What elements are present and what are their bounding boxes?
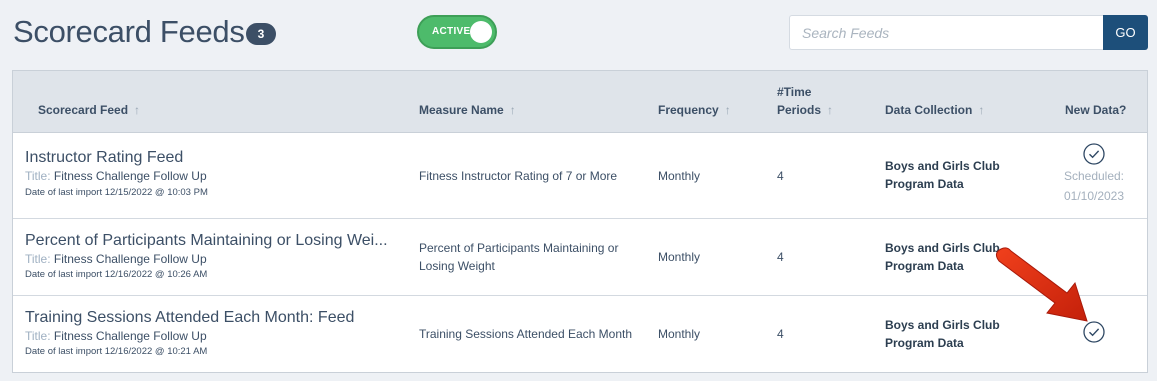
feed-title-value: Fitness Challenge Follow Up — [53, 169, 207, 183]
data-collection-line2: Program Data — [885, 177, 964, 191]
active-toggle[interactable]: ACTIVE — [417, 15, 497, 49]
toggle-label: ACTIVE — [432, 26, 471, 37]
feed-title: Title: Fitness Challenge Follow Up — [25, 252, 207, 266]
data-collection-line2: Program Data — [885, 336, 964, 350]
go-button[interactable]: GO — [1103, 15, 1148, 50]
measure-name-line1: Percent of Participants Maintaining or — [419, 241, 619, 255]
sort-arrow-icon: ↑ — [134, 103, 141, 117]
column-label: Frequency — [658, 103, 719, 117]
table-header: Scorecard Feed ↑ Measure Name ↑ Frequency ↑… — [13, 71, 1147, 133]
column-header-data-collection[interactable]: Data Collection ↑ — [885, 101, 984, 119]
data-collection-line1: Boys and Girls Club — [885, 159, 1000, 173]
table-row[interactable]: Training Sessions Attended Each Month: F… — [13, 296, 1147, 373]
column-header-frequency[interactable]: Frequency ↑ — [658, 101, 731, 119]
column-label: #Time — [777, 85, 812, 99]
data-collection: Boys and Girls Club Program Data — [885, 316, 1000, 352]
check-circle-icon[interactable] — [1083, 143, 1105, 165]
toggle-knob — [470, 21, 492, 43]
feed-title: Title: Fitness Challenge Follow Up — [25, 169, 207, 183]
data-collection-line1: Boys and Girls Club — [885, 318, 1000, 332]
annotation-arrow-icon — [995, 247, 1088, 322]
feeds-table: Scorecard Feed ↑ Measure Name ↑ Frequency ↑… — [12, 70, 1148, 373]
title-prefix: Title: — [25, 252, 51, 266]
sort-arrow-icon: ↑ — [509, 103, 516, 117]
title-prefix: Title: — [25, 169, 51, 183]
column-label: Data Collection — [885, 103, 973, 117]
last-import-date: Date of last import 12/15/2022 @ 10:03 P… — [25, 187, 208, 198]
page-header: Scorecard Feeds 3 ACTIVE GO — [0, 0, 1157, 70]
measure-name: Percent of Participants Maintaining or L… — [419, 239, 618, 275]
feed-title-value: Fitness Challenge Follow Up — [53, 329, 207, 343]
data-collection: Boys and Girls Club Program Data — [885, 157, 1000, 193]
column-label: Scorecard Feed — [38, 103, 129, 117]
data-collection: Boys and Girls Club Program Data — [885, 239, 1000, 275]
measure-name: Training Sessions Attended Each Month — [419, 327, 633, 341]
sort-arrow-icon: ↑ — [827, 103, 834, 117]
time-periods: 4 — [777, 169, 784, 183]
column-label-line2: Periods — [777, 103, 822, 117]
last-import-date: Date of last import 12/16/2022 @ 10:21 A… — [25, 346, 208, 357]
sort-arrow-icon: ↑ — [978, 103, 985, 117]
column-header-scorecard-feed[interactable]: Scorecard Feed ↑ — [38, 101, 140, 119]
column-label: Measure Name — [419, 103, 504, 117]
data-collection-line2: Program Data — [885, 259, 964, 273]
column-label: New Data? — [1065, 103, 1127, 117]
feed-name-link[interactable]: Training Sessions Attended Each Month: F… — [25, 309, 393, 327]
time-periods: 4 — [777, 327, 784, 341]
table-row[interactable]: Instructor Rating Feed Title: Fitness Ch… — [13, 133, 1147, 219]
feed-title: Title: Fitness Challenge Follow Up — [25, 329, 207, 343]
column-header-new-data: New Data? — [1065, 101, 1126, 119]
search-input[interactable] — [789, 15, 1104, 50]
column-header-time-periods[interactable]: #Time Periods ↑ — [777, 83, 833, 119]
feed-name-link[interactable]: Instructor Rating Feed — [25, 149, 393, 167]
page-title: Scorecard Feeds — [13, 14, 245, 49]
feed-name-link[interactable]: Percent of Participants Maintaining or L… — [25, 232, 393, 250]
time-periods: 4 — [777, 250, 784, 264]
data-collection-line1: Boys and Girls Club — [885, 241, 1000, 255]
frequency: Monthly — [658, 327, 701, 341]
sort-arrow-icon: ↑ — [724, 103, 731, 117]
title-prefix: Title: — [25, 329, 51, 343]
scheduled-label: Scheduled: — [1063, 169, 1125, 183]
frequency: Monthly — [658, 250, 701, 264]
measure-name: Fitness Instructor Rating of 7 or More — [419, 169, 618, 183]
measure-name-line2: Losing Weight — [419, 259, 495, 273]
scheduled-date: 01/10/2023 — [1063, 189, 1125, 203]
feed-count-badge: 3 — [246, 23, 276, 45]
frequency: Monthly — [658, 169, 701, 183]
column-header-measure-name[interactable]: Measure Name ↑ — [419, 101, 516, 119]
table-row[interactable]: Percent of Participants Maintaining or L… — [13, 219, 1147, 296]
last-import-date: Date of last import 12/16/2022 @ 10:26 A… — [25, 269, 208, 280]
feed-title-value: Fitness Challenge Follow Up — [53, 252, 207, 266]
